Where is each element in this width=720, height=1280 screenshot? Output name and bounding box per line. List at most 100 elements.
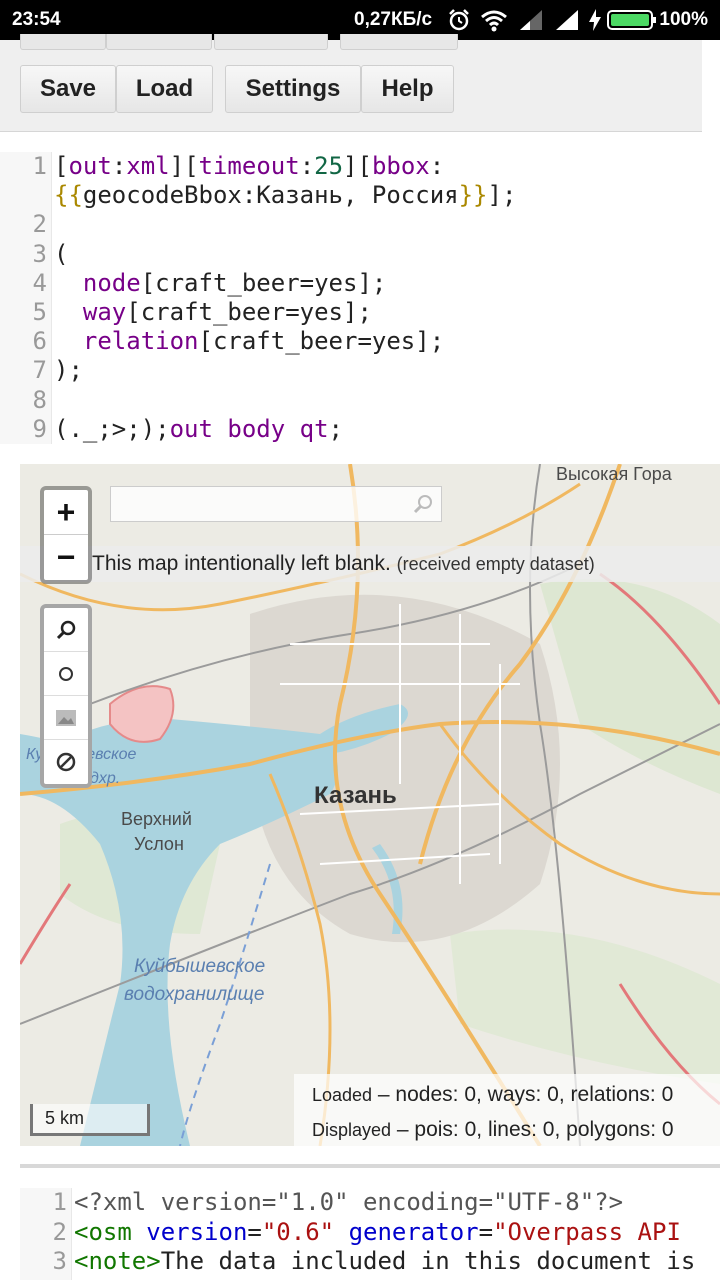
- code-token: [craft_beer=yes];: [198, 327, 445, 356]
- code-line: <note>The data included in this document…: [74, 1247, 695, 1275]
- code-line: way[craft_beer=yes];: [54, 298, 372, 326]
- line-number: 8: [32, 385, 47, 414]
- code-token: node: [82, 268, 141, 297]
- code-token: <osm: [74, 1217, 147, 1246]
- toolbar: Save Load Settings Help: [0, 34, 702, 132]
- code-token: }}: [458, 181, 488, 210]
- battery-percent: 100%: [659, 9, 708, 30]
- code-token: version: [146, 1217, 248, 1246]
- help-button[interactable]: Help: [361, 65, 454, 113]
- code-line: [out:xml][timeout:25][bbox:: [54, 152, 444, 180]
- toolbar-button-partial[interactable]: [214, 34, 328, 50]
- export-image-button[interactable]: [44, 696, 88, 740]
- zoom-out-button[interactable]: −: [44, 535, 88, 580]
- line-number: 4: [32, 268, 47, 297]
- charging-icon: [589, 9, 601, 31]
- code-token: out body qt: [169, 414, 329, 443]
- code-line: );: [54, 356, 83, 384]
- displayed-stats: Displayed – pois: 0, lines: 0, polygons:…: [312, 1115, 720, 1146]
- locate-button[interactable]: [44, 652, 88, 696]
- empty-map-detail: (received empty dataset): [396, 554, 595, 574]
- code-line: node[craft_beer=yes];: [54, 269, 386, 297]
- code-token: [: [54, 152, 69, 180]
- code-token: ;: [328, 414, 343, 443]
- code-token: way: [82, 298, 127, 326]
- code-token: =: [478, 1217, 494, 1246]
- code-token: 25: [314, 152, 344, 180]
- line-number: 6: [32, 327, 47, 356]
- wifi-icon: [481, 10, 507, 32]
- settings-button[interactable]: Settings: [225, 65, 361, 113]
- map-label-uslon: Услон: [134, 834, 184, 854]
- no-entry-icon: [56, 752, 76, 772]
- line-number: 1: [52, 1188, 67, 1216]
- code-token: :: [111, 152, 127, 180]
- save-button[interactable]: Save: [20, 65, 116, 113]
- map-search-input[interactable]: [110, 486, 442, 522]
- code-token: geocodeBbox:Казань, Россия: [82, 181, 459, 210]
- image-icon: [56, 709, 76, 726]
- query-editor[interactable]: 123456789 [out:xml][timeout:25][bbox: {{g…: [0, 152, 720, 444]
- code-token: ][: [343, 152, 372, 180]
- toolbar-button-partial[interactable]: [20, 34, 106, 50]
- code-line: relation[craft_beer=yes];: [54, 327, 444, 355]
- code-token: xml: [126, 152, 170, 180]
- displayed-values: – pois: 0, lines: 0, polygons: 0: [396, 1118, 674, 1141]
- battery-icon: [607, 10, 656, 30]
- line-number: 1: [32, 152, 47, 180]
- toolbar-button-partial[interactable]: [106, 34, 212, 50]
- network-speed: 0,27КБ/с: [354, 9, 433, 30]
- line-number: 3: [52, 1247, 67, 1275]
- hide-data-button[interactable]: [44, 740, 88, 784]
- map-label-vysokaya-gora: Высокая Гора: [556, 464, 672, 484]
- line-number: 3: [32, 239, 47, 268]
- zoom-in-button[interactable]: +: [44, 490, 88, 535]
- code-token: <note>: [74, 1247, 161, 1275]
- line-number: 9: [32, 414, 47, 443]
- output-editor[interactable]: 123 <?xml version="1.0" encoding="UTF-8"…: [20, 1188, 720, 1280]
- code-token: ];: [487, 181, 517, 210]
- search-tool-button[interactable]: [44, 608, 88, 652]
- toolbar-button-partial[interactable]: [340, 34, 458, 50]
- zoom-control: + −: [40, 486, 92, 584]
- map-tools-control: [40, 604, 92, 788]
- status-time: 23:54: [12, 9, 61, 30]
- displayed-label: Displayed: [312, 1120, 392, 1140]
- empty-map-banner: This map intentionally left blank. (rece…: [20, 546, 720, 582]
- code-token: "Overpass API: [493, 1217, 681, 1246]
- line-number-gutter: 1 23456789: [0, 152, 52, 444]
- code-token: (._;>;);: [54, 414, 170, 443]
- code-token: (: [54, 239, 69, 268]
- panel-divider[interactable]: [20, 1164, 720, 1168]
- loaded-values: – nodes: 0, ways: 0, relations: 0: [377, 1083, 674, 1106]
- line-number: 7: [32, 356, 47, 385]
- data-stats-panel: Loaded – nodes: 0, ways: 0, relations: 0…: [294, 1074, 720, 1146]
- code-line: (: [54, 240, 68, 268]
- map-label-reservoir-2: водохранилище: [124, 984, 265, 1005]
- code-token: out: [68, 152, 112, 180]
- map-view[interactable]: Высокая Гора Казань Верхний Услон Куйбыш…: [20, 464, 720, 1146]
- code-line: <?xml version="1.0" encoding="UTF-8"?>: [74, 1188, 623, 1216]
- signal-icon: [556, 10, 578, 30]
- line-number: 2: [32, 210, 47, 239]
- signal-icon: [520, 10, 542, 30]
- map-label-reservoir: Куйбышевское: [134, 956, 266, 977]
- code-token: :: [429, 152, 445, 180]
- map-scale: 5 km: [30, 1104, 150, 1136]
- load-button[interactable]: Load: [116, 65, 213, 113]
- search-icon[interactable]: [413, 494, 433, 514]
- loaded-stats: Loaded – nodes: 0, ways: 0, relations: 0: [312, 1080, 720, 1115]
- code-line: (._;>;);out body qt;: [54, 415, 343, 443]
- empty-map-message: This map intentionally left blank.: [92, 552, 391, 575]
- code-token: ][: [169, 152, 199, 180]
- code-token: relation: [82, 327, 199, 356]
- map-label-kazan: Казань: [314, 782, 397, 809]
- code-token: [craft_beer=yes];: [140, 268, 387, 297]
- line-number-gutter: 123: [20, 1188, 72, 1280]
- alarm-icon: [449, 9, 469, 31]
- code-token: :: [299, 152, 315, 180]
